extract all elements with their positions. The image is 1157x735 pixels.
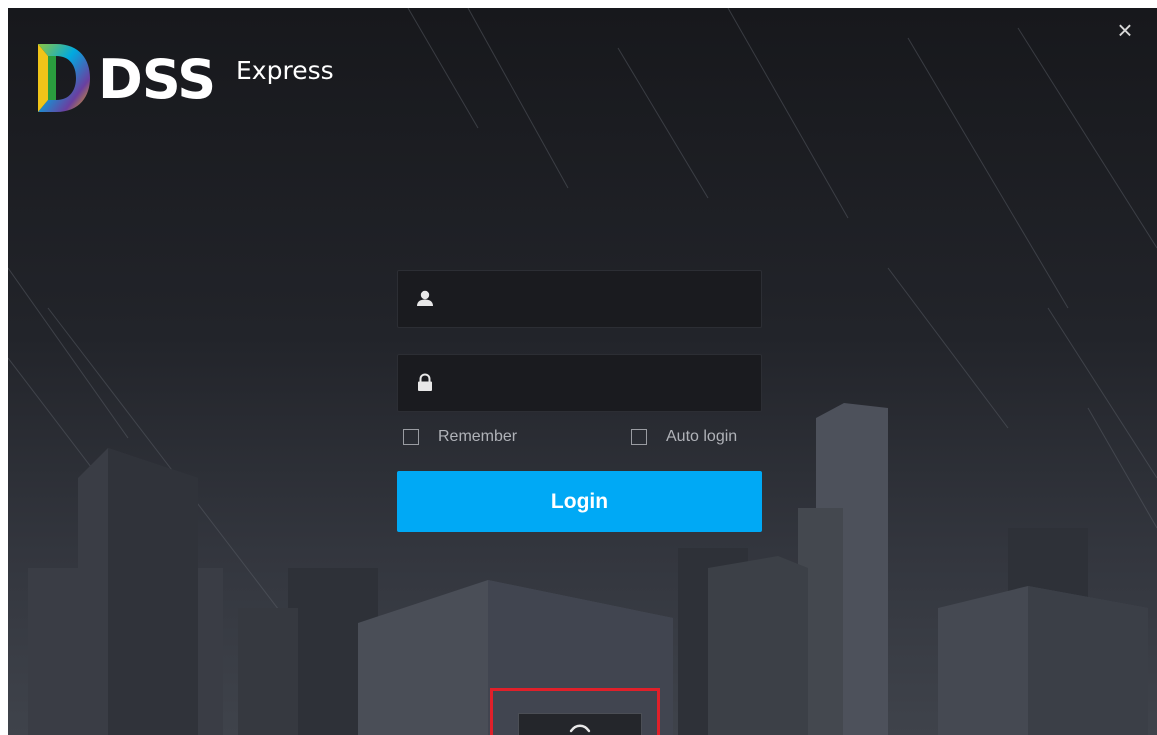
auto-login-label: Auto login — [666, 428, 738, 445]
brand-edition: Express — [236, 56, 334, 85]
auto-login-checkbox[interactable] — [631, 429, 647, 445]
lock-icon — [418, 373, 432, 391]
remember-label: Remember — [438, 428, 518, 445]
user-icon — [417, 290, 433, 306]
password-field[interactable] — [397, 354, 762, 413]
close-icon: × — [1117, 15, 1133, 45]
password-input[interactable] — [450, 355, 754, 413]
remember-option[interactable]: Remember — [403, 426, 517, 448]
expand-panel-button[interactable] — [518, 713, 642, 735]
chevron-up-icon — [569, 724, 591, 733]
dss-logo-icon — [38, 44, 90, 112]
username-input[interactable] — [450, 271, 754, 329]
login-button[interactable]: Login — [397, 471, 762, 532]
close-button[interactable]: × — [1113, 15, 1137, 45]
brand-name: DSS — [98, 48, 216, 111]
auto-login-option[interactable]: Auto login — [631, 426, 737, 448]
login-window: × DSS Express Remember Auto login Login — [8, 8, 1157, 735]
remember-checkbox[interactable] — [403, 429, 419, 445]
username-field[interactable] — [397, 270, 762, 329]
